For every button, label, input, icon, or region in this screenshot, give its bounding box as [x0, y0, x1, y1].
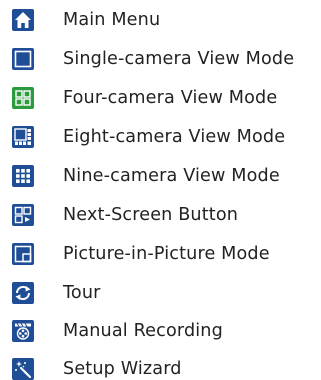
legend-row-nine-camera: Nine-camera View Mode: [0, 157, 321, 195]
legend-label: Eight-camera View Mode: [63, 127, 286, 147]
legend-label: Nine-camera View Mode: [63, 166, 280, 186]
next-screen-icon: [12, 204, 34, 226]
legend-row-pip: Picture-in-Picture Mode: [0, 235, 321, 273]
legend-row-four-camera: Four-camera View Mode: [0, 79, 321, 117]
legend-label: Tour: [63, 283, 101, 303]
recording-icon: [12, 320, 34, 342]
pip-icon: [12, 243, 34, 265]
single-view-icon: [12, 48, 34, 70]
legend-label: Setup Wizard: [63, 359, 182, 379]
legend-label: Main Menu: [63, 10, 161, 30]
quad-view-icon: [12, 87, 34, 109]
legend-row-tour: Tour: [0, 274, 321, 312]
icon-legend: Main Menu Single-camera View Mode Four-c…: [0, 0, 321, 380]
legend-label: Picture-in-Picture Mode: [63, 244, 270, 264]
legend-label: Next-Screen Button: [63, 205, 239, 225]
legend-label: Manual Recording: [63, 321, 223, 341]
legend-label: Four-camera View Mode: [63, 88, 278, 108]
home-icon: [12, 9, 34, 31]
legend-row-next-screen: Next-Screen Button: [0, 196, 321, 234]
nine-view-icon: [12, 165, 34, 187]
legend-row-eight-camera: Eight-camera View Mode: [0, 118, 321, 156]
legend-label: Single-camera View Mode: [63, 49, 295, 69]
legend-row-manual-recording: Manual Recording: [0, 312, 321, 350]
eight-view-icon: [12, 126, 34, 148]
tour-icon: [12, 282, 34, 304]
legend-row-main-menu: Main Menu: [0, 1, 321, 39]
legend-row-setup-wizard: Setup Wizard: [0, 350, 321, 380]
wizard-icon: [12, 358, 34, 380]
legend-row-single-camera: Single-camera View Mode: [0, 40, 321, 78]
